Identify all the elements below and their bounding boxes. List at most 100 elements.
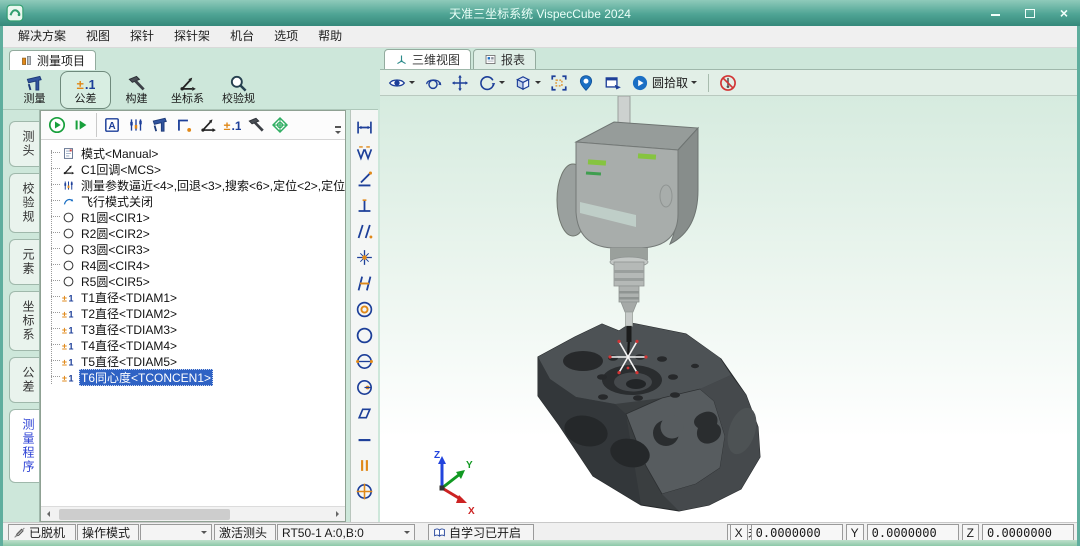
tolerance-button[interactable] <box>353 114 377 140</box>
tree-row[interactable]: 模式<Manual> <box>47 145 345 161</box>
tree-branch-line <box>51 152 60 154</box>
view-toolbar-button[interactable] <box>604 74 622 92</box>
tolerance-button[interactable] <box>353 218 377 244</box>
tree-branch-line <box>51 312 60 314</box>
ribbon-button[interactable]: 公差 <box>60 71 111 109</box>
menu-item[interactable]: 解决方案 <box>8 26 76 47</box>
view-toolbar-button[interactable] <box>514 74 541 92</box>
tolerance-button[interactable] <box>353 348 377 374</box>
menu-item[interactable]: 选项 <box>264 26 308 47</box>
restore-icon[interactable] <box>1022 6 1038 20</box>
scrollbar-thumb[interactable] <box>59 509 230 520</box>
coordinate-axis-label: Y <box>846 524 864 541</box>
tree-row[interactable]: T2直径<TDIAM2> <box>47 305 345 321</box>
toolbar-button[interactable] <box>69 113 93 137</box>
coordinate-axis-label: Z <box>962 524 979 541</box>
view-toolbar-button[interactable] <box>708 74 737 92</box>
tolerance-button[interactable] <box>353 374 377 400</box>
view-toolbar-button[interactable]: 圆拾取 <box>631 74 697 92</box>
toolbar-button[interactable] <box>172 113 196 137</box>
ribbon-button[interactable]: 测量 <box>9 71 60 109</box>
tolerance-button[interactable] <box>353 192 377 218</box>
view-toolbar-button[interactable] <box>451 74 469 92</box>
close-icon[interactable]: × <box>1056 6 1072 20</box>
tree-row[interactable]: T6同心度<TCONCEN1> <box>47 369 345 385</box>
caliper-icon <box>25 74 44 93</box>
tolerance-button[interactable] <box>353 296 377 322</box>
window-icon <box>604 74 622 92</box>
3d-view-icon <box>395 53 408 66</box>
ribbon-button[interactable]: 构建 <box>111 71 162 109</box>
tolerance-button[interactable] <box>353 478 377 504</box>
view-toolbar-button[interactable] <box>388 74 415 92</box>
view-toolbar-button[interactable] <box>577 74 595 92</box>
tolerance-button[interactable] <box>353 270 377 296</box>
side-tab[interactable]: 测头 <box>9 121 39 167</box>
tolerance-button[interactable] <box>353 244 377 270</box>
ribbon-button[interactable]: 校验规 <box>213 71 264 109</box>
toolbar-button[interactable] <box>220 113 244 137</box>
view-toolbar-button[interactable] <box>550 74 568 92</box>
tolerance-button[interactable] <box>353 400 377 426</box>
circle-icon <box>62 259 75 272</box>
scroll-right-icon[interactable] <box>331 507 345 521</box>
dropdown-caret-icon <box>499 81 505 87</box>
view-toolbar-button[interactable] <box>424 74 442 92</box>
tree-row[interactable]: 测量参数逼近<4>,回退<3>,搜索<6>,定位<2>,定位加<2>,测 <box>47 177 345 193</box>
view-toolbar-button[interactable] <box>478 74 505 92</box>
toolbar-button[interactable] <box>124 113 148 137</box>
ribbon-button-label: 公差 <box>75 93 97 106</box>
tolerance-button[interactable] <box>353 166 377 192</box>
toolbar-button[interactable] <box>45 113 69 137</box>
tab-measure-project[interactable]: 测量项目 <box>9 50 96 70</box>
tolerance-button[interactable] <box>353 452 377 478</box>
menu-item[interactable]: 视图 <box>76 26 120 47</box>
tree-row[interactable]: R2圆<CIR2> <box>47 225 345 241</box>
toolbar-button[interactable] <box>96 113 124 137</box>
toolbar-overflow-icon[interactable] <box>333 125 343 137</box>
tolerance-button[interactable] <box>353 140 377 166</box>
tree-row[interactable]: R4圆<CIR4> <box>47 257 345 273</box>
tree-row[interactable]: C1回调<MCS> <box>47 161 345 177</box>
program-toolbar <box>41 111 345 140</box>
tolerance-button[interactable] <box>353 322 377 348</box>
tree-row[interactable]: T4直径<TDIAM4> <box>47 337 345 353</box>
side-tab[interactable]: 元素 <box>9 239 39 285</box>
tab-3d-view[interactable]: 三维视图 <box>384 49 471 69</box>
view-toolbar: 圆拾取 <box>380 70 1077 96</box>
tree-row[interactable]: T5直径<TDIAM5> <box>47 353 345 369</box>
self-learning-status[interactable]: 自学习已开启 <box>428 524 534 541</box>
menu-item[interactable]: 帮助 <box>308 26 352 47</box>
side-tab[interactable]: 坐标系 <box>9 291 39 351</box>
tree-item-label: T2直径<TDIAM2> <box>79 305 179 322</box>
tree-row[interactable]: T3直径<TDIAM3> <box>47 321 345 337</box>
tree-row[interactable]: 飞行模式关闭 <box>47 193 345 209</box>
tab-report[interactable]: 报表 <box>473 49 536 69</box>
scroll-left-icon[interactable] <box>41 507 55 521</box>
3d-viewport[interactable]: Z Y X <box>380 96 1077 522</box>
tree-branch-line <box>51 168 60 170</box>
tree-row[interactable]: R1圆<CIR1> <box>47 209 345 225</box>
tree-row[interactable]: R3圆<CIR3> <box>47 241 345 257</box>
horizontal-scrollbar[interactable] <box>41 506 345 521</box>
menu-item[interactable]: 机台 <box>220 26 264 47</box>
toolbar-button[interactable] <box>196 113 220 137</box>
tree-row[interactable]: T1直径<TDIAM1> <box>47 289 345 305</box>
menu-item[interactable]: 探针架 <box>164 26 220 47</box>
side-tab[interactable]: 校验规 <box>9 173 39 233</box>
circle-icon <box>62 243 75 256</box>
toolbar-button[interactable] <box>268 113 292 137</box>
menu-item[interactable]: 探针 <box>120 26 164 47</box>
ribbon-button[interactable]: 坐标系 <box>162 71 213 109</box>
tolerance-button[interactable] <box>353 426 377 452</box>
side-tab[interactable]: 公差 <box>9 357 39 403</box>
side-tab[interactable]: 测量程序 <box>9 409 39 483</box>
tree-branch-line <box>51 184 60 186</box>
operation-mode-select[interactable] <box>140 524 212 541</box>
minimize-icon[interactable] <box>988 6 1004 20</box>
active-probe-select[interactable]: RT50-1 A:0,B:0 <box>277 524 415 541</box>
toolbar-button[interactable] <box>244 113 268 137</box>
tree-row[interactable]: R5圆<CIR5> <box>47 273 345 289</box>
caliper-icon <box>151 116 169 134</box>
toolbar-button[interactable] <box>148 113 172 137</box>
